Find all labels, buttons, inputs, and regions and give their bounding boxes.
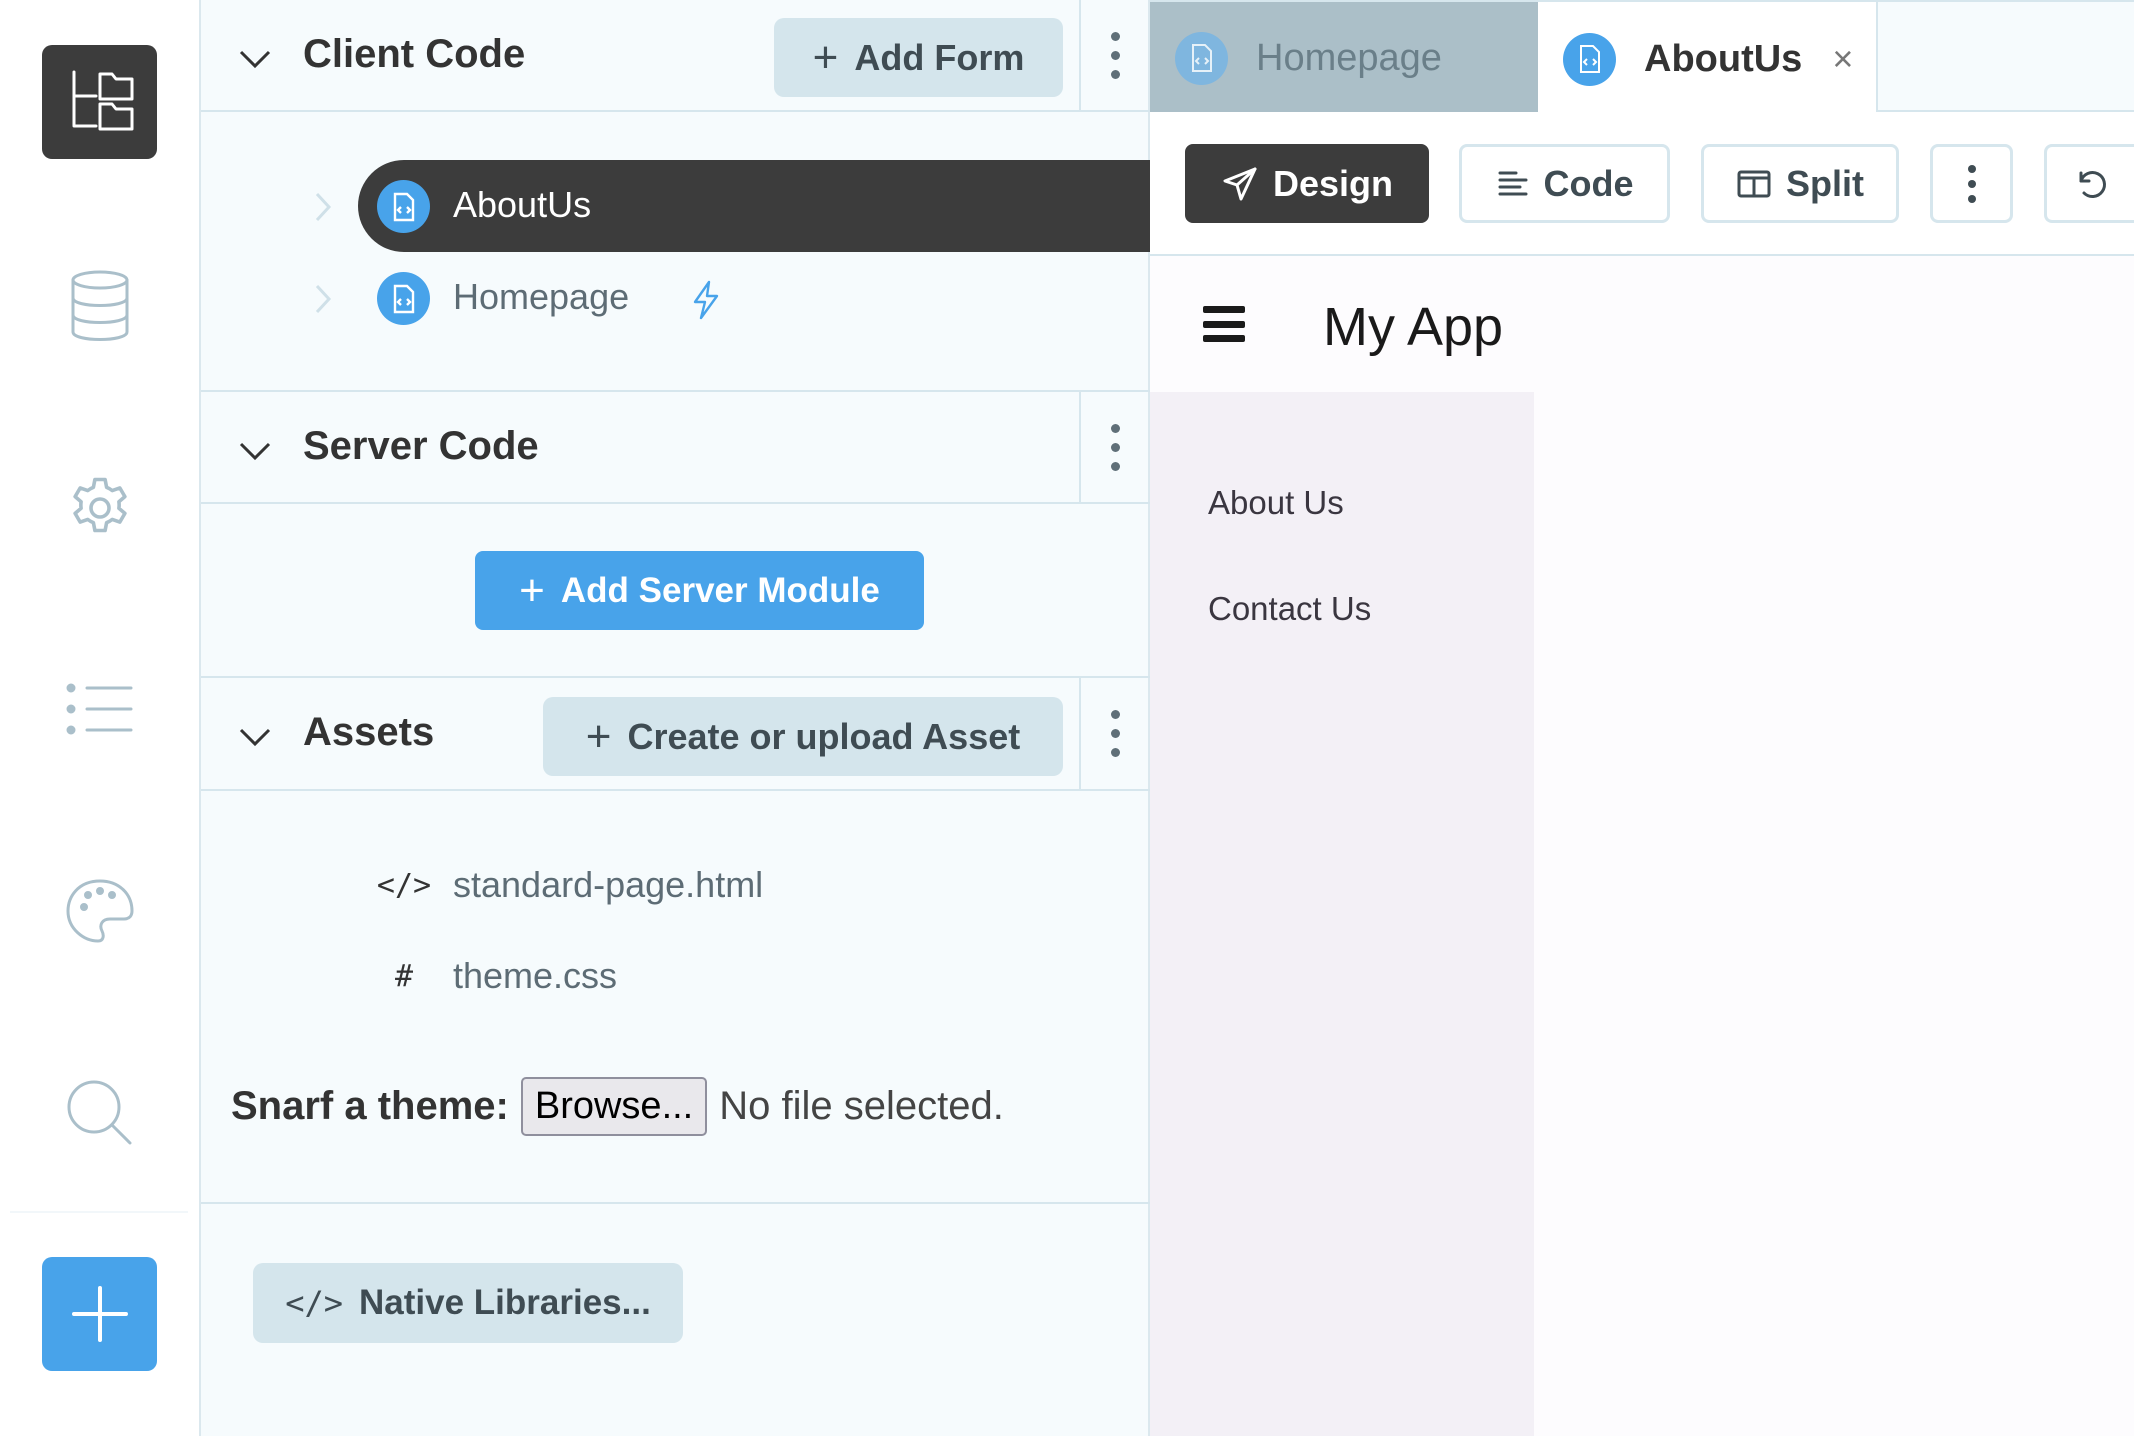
- undo-icon: [2079, 170, 2106, 198]
- asset-label: theme.css: [453, 955, 618, 996]
- chevron-right-icon[interactable]: [311, 282, 335, 316]
- palette-icon: [66, 879, 133, 943]
- add-form-label: Add Form: [854, 36, 1025, 78]
- section-title: Assets: [303, 710, 435, 754]
- snarf-theme-row: Snarf a theme: Browse... No file selecte…: [231, 1075, 1004, 1137]
- code-icon: </>: [285, 1284, 343, 1322]
- nav-link-about-us[interactable]: About Us: [1208, 484, 1344, 522]
- more-options-button[interactable]: [1930, 144, 2013, 223]
- close-icon[interactable]: ×: [1832, 38, 1853, 80]
- hash-icon: #: [394, 958, 414, 994]
- form-item-homepage[interactable]: Homepage: [201, 252, 1150, 344]
- search-icon: [67, 1080, 131, 1145]
- tab-label: AboutUs: [1644, 37, 1803, 80]
- native-libraries-label: Native Libraries...: [359, 1283, 651, 1322]
- chevron-right-icon[interactable]: [311, 190, 335, 224]
- tab-label: Homepage: [1256, 36, 1442, 79]
- list-icon: [66, 683, 132, 735]
- form-file-icon: [377, 272, 430, 325]
- sidebar-item-settings[interactable]: [42, 468, 157, 548]
- chevron-down-icon[interactable]: [235, 38, 275, 78]
- sidebar: [0, 0, 201, 1436]
- tab-bar: Homepage AboutUs ×: [1150, 0, 2134, 116]
- split-button[interactable]: Split: [1701, 144, 1899, 223]
- sidebar-item-search[interactable]: [42, 1073, 157, 1153]
- server-code-header: Server Code: [201, 390, 1150, 504]
- form-file-icon: [377, 180, 430, 233]
- plus-icon: +: [585, 711, 612, 761]
- browse-button[interactable]: Browse...: [520, 1076, 708, 1136]
- app-browser-panel: Client Code + Add Form AboutUs Homepage: [201, 0, 1150, 1436]
- snarf-theme-label: Snarf a theme:: [231, 1083, 509, 1128]
- split-view-icon: [1737, 170, 1771, 197]
- tab-aboutus[interactable]: AboutUs ×: [1538, 2, 1878, 116]
- sidebar-item-data[interactable]: [42, 266, 157, 346]
- split-label: Split: [1786, 162, 1864, 204]
- design-button[interactable]: Design: [1185, 144, 1429, 223]
- undo-button[interactable]: [2044, 144, 2134, 223]
- paper-plane-icon: [1223, 167, 1257, 200]
- chevron-down-icon[interactable]: [235, 716, 275, 756]
- sidebar-divider: [10, 1211, 188, 1213]
- add-server-module-button[interactable]: + Add Server Module: [475, 551, 924, 630]
- gear-icon: [72, 477, 127, 533]
- asset-item[interactable]: # theme.css: [201, 941, 1150, 1011]
- sidebar-item-list[interactable]: [42, 669, 157, 749]
- section-title: Client Code: [303, 32, 526, 76]
- asset-label: standard-page.html: [453, 864, 764, 905]
- plus-icon: +: [519, 565, 545, 615]
- code-icon: </>: [376, 867, 432, 903]
- form-item-aboutus[interactable]: AboutUs: [201, 160, 1150, 252]
- client-code-header: Client Code + Add Form: [201, 0, 1150, 112]
- chevron-down-icon[interactable]: [235, 430, 275, 470]
- tab-homepage[interactable]: Homepage: [1150, 2, 1538, 114]
- asset-item[interactable]: </> standard-page.html: [201, 850, 1150, 920]
- app-title: My App: [1323, 297, 1504, 357]
- preview-app-header: My App: [1150, 256, 2134, 392]
- kebab-icon: [1111, 423, 1120, 471]
- form-label: Homepage: [453, 276, 630, 317]
- native-libraries-button[interactable]: </> Native Libraries...: [253, 1263, 683, 1343]
- plus-icon: +: [812, 32, 839, 82]
- sidebar-item-theme[interactable]: [42, 872, 157, 952]
- file-status: No file selected.: [719, 1083, 1004, 1128]
- form-label: AboutUs: [453, 184, 592, 225]
- editor-panel: Homepage AboutUs × Design Code Split My …: [1150, 0, 2134, 1436]
- client-code-menu-button[interactable]: [1079, 0, 1150, 110]
- preview-nav-sidebar: About Us Contact Us: [1150, 392, 1534, 1436]
- folder-tree-icon: [72, 70, 133, 131]
- create-upload-asset-label: Create or upload Asset: [627, 715, 1021, 757]
- form-file-icon: [1563, 32, 1616, 86]
- server-code-menu-button[interactable]: [1079, 392, 1150, 502]
- create-upload-asset-button[interactable]: + Create or upload Asset: [543, 697, 1063, 776]
- sidebar-item-files[interactable]: [42, 45, 157, 159]
- assets-header: Assets + Create or upload Asset: [201, 676, 1150, 791]
- divider: [201, 1202, 1150, 1204]
- lightning-icon: [691, 280, 721, 325]
- plus-icon: [71, 1286, 128, 1342]
- kebab-icon: [1111, 710, 1120, 757]
- design-label: Design: [1272, 162, 1394, 204]
- add-form-button[interactable]: + Add Form: [774, 18, 1063, 97]
- align-left-icon: [1498, 171, 1527, 195]
- editor-toolbar: Design Code Split: [1150, 112, 2134, 256]
- code-button[interactable]: Code: [1459, 144, 1670, 223]
- kebab-icon: [1111, 31, 1120, 79]
- form-file-icon: [1175, 31, 1228, 85]
- nav-link-contact-us[interactable]: Contact Us: [1208, 590, 1371, 628]
- add-button[interactable]: [42, 1257, 157, 1371]
- hamburger-menu-icon[interactable]: [1203, 306, 1245, 342]
- assets-menu-button[interactable]: [1079, 678, 1150, 789]
- kebab-icon: [1967, 164, 1976, 203]
- database-icon: [71, 270, 128, 341]
- add-server-module-label: Add Server Module: [560, 570, 880, 610]
- code-label: Code: [1543, 162, 1634, 204]
- section-title: Server Code: [303, 424, 539, 468]
